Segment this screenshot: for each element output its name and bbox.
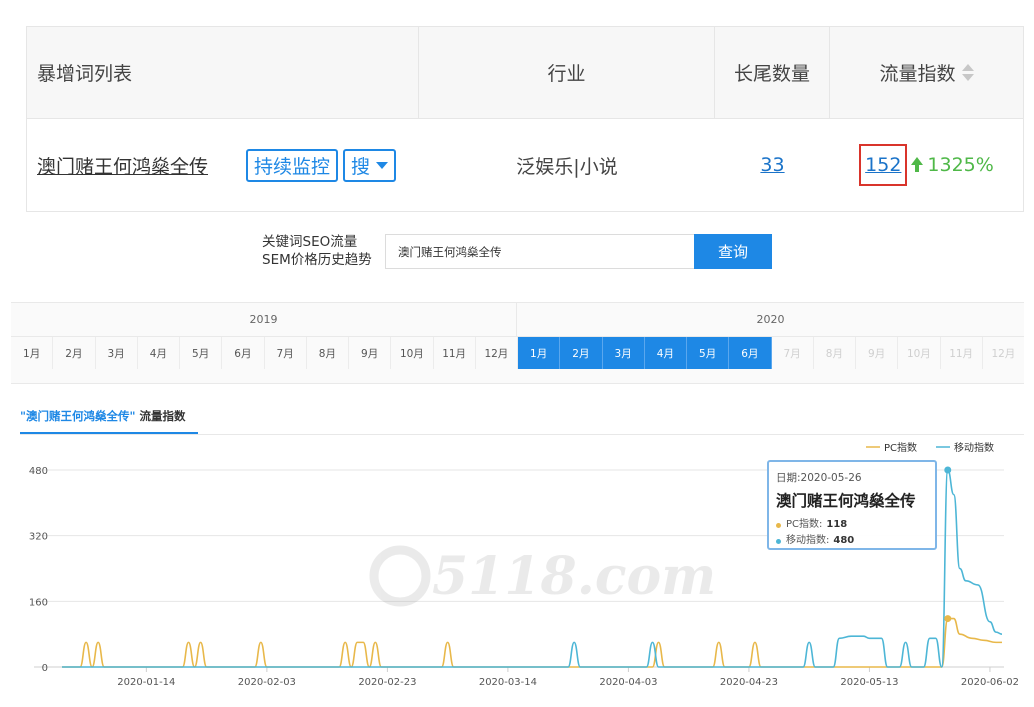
month-2019-04[interactable]: 4月 [138, 337, 180, 369]
watermark-text: 5118.com [432, 546, 716, 607]
x-tick-label: 2020-05-13 [840, 677, 898, 688]
month-2019-11[interactable]: 11月 [434, 337, 476, 369]
month-2020-03[interactable]: 3月 [602, 337, 645, 369]
x-tick-label: 2020-02-23 [358, 677, 416, 688]
month-2019-08[interactable]: 8月 [307, 337, 349, 369]
legend-mobile-label: 移动指数 [954, 441, 994, 454]
tab-divider [20, 434, 1024, 435]
chart-tooltip: 日期:2020-05-26 澳门赌王何鸿燊全传 PC指数: 118 移动指数: … [767, 460, 937, 550]
x-tick-label: 2020-06-02 [961, 677, 1019, 688]
legend-pc-label: PC指数 [884, 441, 917, 454]
tooltip-pc-row: PC指数: 118 [776, 517, 928, 533]
month-2020-08: 8月 [814, 337, 856, 369]
y-tick-label: 320 [29, 532, 48, 543]
pc-index-line [62, 617, 1002, 668]
x-tick-label: 2020-04-03 [599, 677, 657, 688]
month-2020-09: 9月 [856, 337, 899, 369]
tooltip-mobile-row: 移动指数: 480 [776, 533, 928, 549]
x-tick-label: 2020-04-23 [720, 677, 778, 688]
keyword-input[interactable] [385, 234, 695, 269]
month-2020-05[interactable]: 5月 [687, 337, 730, 369]
chart-tab[interactable]: "澳门赌王何鸿燊全传" 流量指数 [20, 408, 186, 424]
long-tail-count-link[interactable]: 33 [760, 154, 784, 176]
table-header: 暴增词列表 行业 长尾数量 流量指数 [26, 26, 1024, 119]
query-label-line2: SEM价格历史趋势 [262, 252, 372, 268]
month-2019-12[interactable]: 12月 [476, 337, 518, 369]
mobile-hover-point [944, 466, 952, 474]
month-2019-07[interactable]: 7月 [265, 337, 307, 369]
search-button-label: 搜 [351, 155, 371, 178]
query-label: 关键词SEO流量 SEM价格历史趋势 [262, 233, 372, 269]
traffic-index-cell: 152 1325% [830, 119, 1023, 211]
header-industry: 行业 [419, 27, 715, 118]
growth-value: 1325% [927, 154, 994, 176]
chart-tab-keyword: "澳门赌王何鸿燊全传" [20, 409, 136, 423]
growth-indicator: 1325% [911, 154, 994, 176]
pc-hover-point [944, 615, 952, 623]
header-traffic-index-label: 流量指数 [879, 63, 956, 85]
long-tail-count-cell: 33 [715, 119, 830, 211]
highlight-box: 152 [859, 144, 908, 186]
year-row: 2019 2020 [11, 303, 1024, 337]
month-2019-09[interactable]: 9月 [349, 337, 392, 369]
month-selector: 2019 2020 1月 2月 3月 4月 5月 6月 7月 8月 9月 10月… [11, 302, 1024, 384]
x-tick-label: 2020-02-03 [238, 677, 296, 688]
header-traffic-index[interactable]: 流量指数 [830, 27, 1023, 118]
history-query-bar: 关键词SEO流量 SEM价格历史趋势 查询 [0, 226, 1034, 290]
chevron-down-icon [376, 161, 389, 169]
month-2019-10[interactable]: 10月 [391, 337, 434, 369]
tooltip-mobile-label: 移动指数: [786, 535, 830, 546]
header-keyword-list: 暴增词列表 [27, 27, 419, 118]
watermark: 5118.com [369, 545, 716, 607]
y-tick-label: 160 [29, 597, 48, 608]
search-dropdown-button[interactable]: 搜 [343, 148, 397, 182]
month-2020-07: 7月 [772, 337, 814, 369]
header-long-tail-count: 长尾数量 [715, 27, 830, 118]
watermark-logo [369, 545, 431, 607]
year-2020: 2020 [756, 313, 785, 326]
query-button[interactable]: 查询 [694, 234, 772, 269]
tooltip-pc-value: 118 [826, 519, 848, 530]
keyword-table: 暴增词列表 行业 长尾数量 流量指数 澳门赌王何鸿燊全传 持续监控 搜 泛娱乐|… [26, 26, 1024, 212]
monitor-button[interactable]: 持续监控 [246, 148, 339, 182]
month-2020-02[interactable]: 2月 [560, 337, 603, 369]
tooltip-pc-label: PC指数: [786, 519, 823, 530]
sort-icon[interactable] [961, 64, 974, 81]
industry-cell: 泛娱乐|小说 [516, 155, 618, 178]
month-2020-04[interactable]: 4月 [644, 337, 687, 369]
query-label-line1: 关键词SEO流量 [262, 234, 358, 250]
y-tick-label: 0 [42, 663, 48, 674]
month-2020-06[interactable]: 6月 [729, 337, 772, 369]
month-2019-01[interactable]: 1月 [11, 337, 54, 369]
chart-tab-metric: 流量指数 [139, 409, 186, 423]
tooltip-mobile-value: 480 [833, 535, 855, 546]
month-2019-02[interactable]: 2月 [53, 337, 96, 369]
table-row: 澳门赌王何鸿燊全传 持续监控 搜 泛娱乐|小说 33 152 1325% [26, 119, 1024, 212]
arrow-up-icon [911, 157, 924, 172]
month-2019-05[interactable]: 5月 [180, 337, 223, 369]
traffic-index-link[interactable]: 152 [865, 154, 901, 176]
y-tick-label: 480 [29, 466, 48, 477]
month-row: 1月 2月 3月 4月 5月 6月 7月 8月 9月 10月 11月 12月 1… [11, 337, 1024, 369]
month-2020-12: 12月 [991, 347, 1016, 360]
mobile-dot-icon [776, 538, 781, 544]
x-tick-label: 2020-01-14 [117, 677, 175, 688]
month-2020-11: 11月 [941, 337, 983, 369]
keyword-link[interactable]: 澳门赌王何鸿燊全传 [37, 152, 208, 179]
keyword-cell: 澳门赌王何鸿燊全传 持续监控 搜 [27, 119, 419, 211]
month-2019-06[interactable]: 6月 [222, 337, 265, 369]
tooltip-title: 澳门赌王何鸿燊全传 [776, 492, 916, 510]
month-2020-01[interactable]: 1月 [518, 337, 561, 369]
tooltip-date: 日期:2020-05-26 [776, 472, 862, 484]
year-2019: 2019 [11, 303, 517, 336]
x-tick-label: 2020-03-14 [479, 677, 537, 688]
month-2019-03[interactable]: 3月 [96, 337, 138, 369]
month-2020-10: 10月 [898, 337, 941, 369]
chart-legend: PC指数 移动指数 [866, 441, 994, 454]
pc-dot-icon [776, 522, 781, 528]
